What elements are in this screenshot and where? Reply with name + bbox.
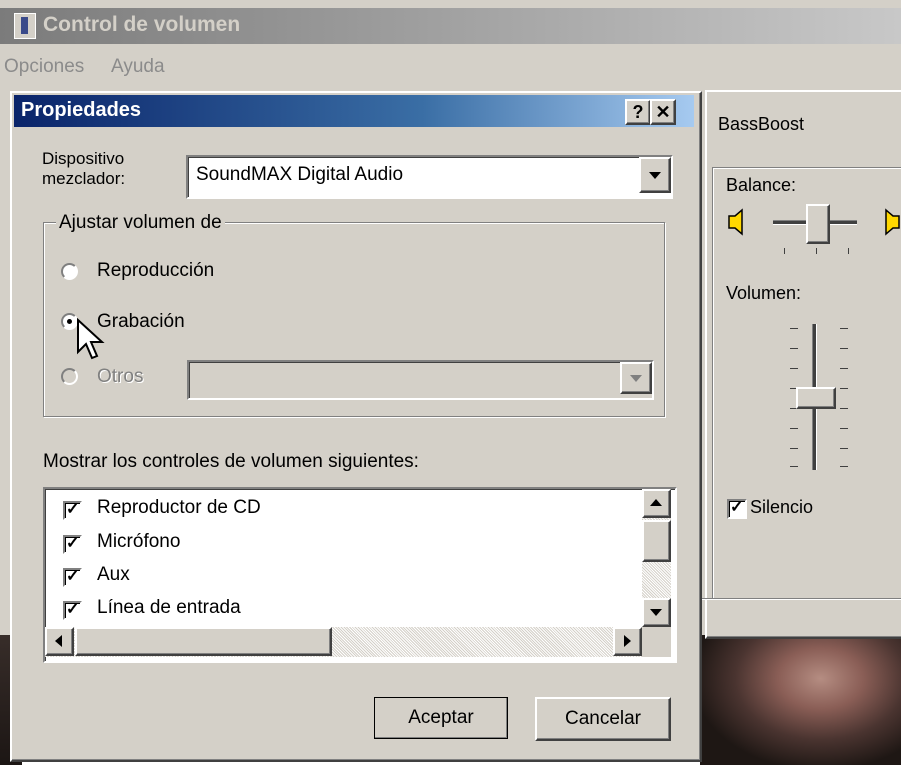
adjust-volume-legend: Ajustar volumen de bbox=[56, 212, 225, 234]
list-item-label: Línea de entrada bbox=[97, 597, 241, 618]
volume-tick bbox=[840, 408, 848, 409]
balance-tick bbox=[784, 248, 785, 254]
volume-tick bbox=[790, 428, 798, 429]
volume-tick bbox=[790, 368, 798, 369]
close-button[interactable]: ✕ bbox=[650, 99, 676, 125]
horizontal-scrollbar[interactable] bbox=[45, 627, 642, 657]
balance-label: Balance: bbox=[726, 175, 797, 195]
mute-checkbox[interactable] bbox=[727, 497, 747, 519]
volume-control-title: Control de volumen bbox=[43, 13, 241, 36]
chevron-down-icon[interactable] bbox=[639, 157, 671, 193]
vertical-scroll-thumb[interactable] bbox=[642, 520, 671, 562]
volume-tick bbox=[790, 448, 798, 449]
volume-tick bbox=[790, 348, 798, 349]
list-item-label: Reproductor de CD bbox=[97, 497, 261, 518]
scrollbar-corner bbox=[642, 627, 671, 657]
volume-controls-list[interactable]: Reproductor de CD Micrófono Aux Línea de… bbox=[43, 487, 677, 663]
bassboost-advanced-area bbox=[700, 598, 901, 629]
scroll-down-icon[interactable] bbox=[642, 598, 671, 627]
volume-tick bbox=[840, 388, 848, 389]
vertical-scrollbar[interactable] bbox=[642, 489, 671, 627]
volume-app-icon bbox=[14, 13, 36, 39]
list-item-label: Aux bbox=[97, 564, 130, 585]
volume-slider-thumb[interactable] bbox=[796, 387, 836, 409]
otros-dropdown bbox=[187, 360, 654, 400]
scroll-right-icon[interactable] bbox=[613, 627, 642, 656]
speaker-right-icon bbox=[885, 208, 900, 236]
radio-selected-dot bbox=[67, 319, 72, 324]
checkbox-microfono[interactable] bbox=[63, 533, 82, 554]
radio-reproduccion[interactable] bbox=[61, 263, 78, 280]
mixer-device-label: Dispositivo mezclador: bbox=[42, 149, 126, 188]
speaker-left-icon bbox=[728, 208, 743, 236]
help-button[interactable]: ? bbox=[625, 99, 651, 125]
volume-tick bbox=[790, 466, 798, 467]
list-item-label: Micrófono bbox=[97, 531, 181, 552]
help-icon: ? bbox=[632, 102, 644, 122]
properties-title: Propiedades bbox=[21, 99, 142, 121]
scroll-left-icon[interactable] bbox=[45, 627, 74, 656]
mixer-device-value: SoundMAX Digital Audio bbox=[196, 164, 404, 185]
volume-control-titlebar[interactable]: Control de volumen bbox=[0, 8, 901, 44]
scroll-up-icon[interactable] bbox=[642, 489, 671, 518]
volume-tick bbox=[790, 328, 798, 329]
volume-tick bbox=[840, 466, 848, 467]
mouse-cursor-icon bbox=[77, 318, 105, 360]
show-controls-label: Mostrar los controles de volumen siguien… bbox=[43, 451, 419, 472]
balance-tick bbox=[848, 248, 849, 254]
menu-opciones[interactable]: Opciones bbox=[4, 56, 84, 78]
volume-tick bbox=[840, 328, 848, 329]
volume-tick bbox=[840, 348, 848, 349]
desktop-background-photo bbox=[700, 632, 901, 765]
menu-ayuda[interactable]: Ayuda bbox=[111, 56, 165, 78]
volume-tick bbox=[840, 448, 848, 449]
checkbox-linea-entrada[interactable] bbox=[63, 599, 82, 620]
checkbox-reproductor-cd[interactable] bbox=[63, 499, 82, 520]
radio-otros-label: Otros bbox=[97, 366, 144, 387]
balance-tick bbox=[816, 248, 817, 254]
mixer-device-dropdown[interactable]: SoundMAX Digital Audio bbox=[186, 155, 673, 199]
chevron-down-icon bbox=[620, 362, 652, 394]
close-icon: ✕ bbox=[655, 102, 671, 122]
volume-tick bbox=[840, 368, 848, 369]
checkbox-aux[interactable] bbox=[63, 566, 82, 587]
balance-slider-thumb[interactable] bbox=[806, 204, 830, 244]
volume-tick bbox=[840, 428, 848, 429]
radio-otros[interactable] bbox=[61, 368, 78, 385]
horizontal-scroll-thumb[interactable] bbox=[75, 627, 332, 656]
radio-grabacion-label[interactable]: Grabación bbox=[97, 311, 185, 333]
volume-label: Volumen: bbox=[726, 283, 802, 303]
properties-titlebar[interactable]: Propiedades ? ✕ bbox=[14, 95, 694, 127]
radio-reproduccion-label[interactable]: Reproducción bbox=[97, 260, 214, 282]
bassboost-label: BassBoost bbox=[718, 114, 805, 134]
mute-label: Silencio bbox=[750, 497, 814, 517]
ok-button[interactable]: Aceptar bbox=[374, 697, 508, 739]
cancel-button[interactable]: Cancelar bbox=[535, 697, 671, 741]
